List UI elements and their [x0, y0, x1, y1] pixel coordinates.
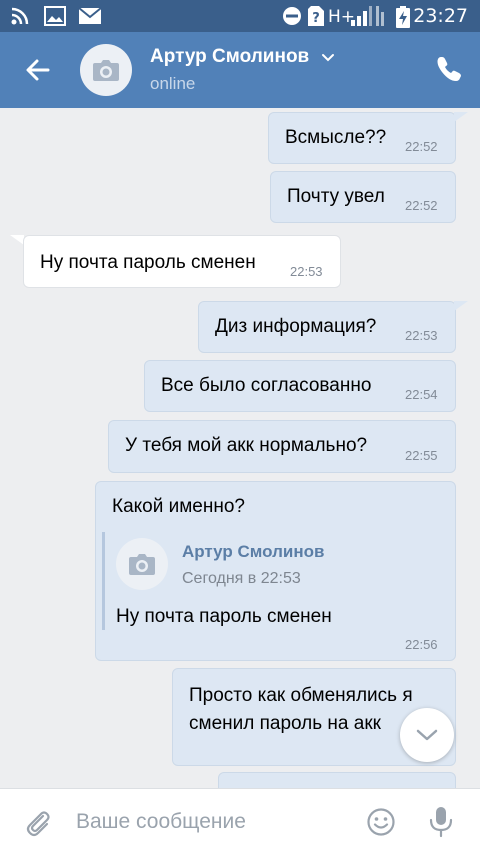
message-bubble-outgoing[interactable]: Почту увел 22:52 [270, 171, 456, 223]
wifi-icon [11, 7, 29, 25]
bubble-tail [454, 301, 468, 311]
message-text: Всмысле?? [285, 127, 387, 148]
message-bubble-outgoing[interactable]: Диз информация? 22:53 [198, 301, 456, 353]
status-bar: ? H+ 23:27 [0, 0, 480, 32]
message-time: 22:56 [405, 637, 438, 652]
back-button[interactable] [20, 52, 56, 88]
contact-status: online [150, 74, 196, 93]
quote-bar [102, 532, 105, 630]
svg-text:?: ? [312, 11, 320, 26]
phone-icon [437, 57, 461, 81]
message-text: У тебя мой акк нормально? [125, 435, 368, 456]
back-arrow-icon [26, 59, 50, 81]
message-text: Ну почта пароль сменен [40, 252, 256, 273]
call-button[interactable] [434, 54, 464, 84]
avatar[interactable] [80, 44, 132, 96]
mail-icon [78, 7, 102, 24]
signal-icon [351, 6, 372, 26]
message-time: 22:52 [405, 198, 438, 213]
scroll-to-bottom-button[interactable] [400, 708, 454, 762]
microphone-icon[interactable] [428, 805, 454, 839]
message-bubble-outgoing[interactable] [218, 772, 456, 788]
bubble-tail [10, 235, 24, 245]
message-text: Все было согласованно [161, 375, 372, 396]
camera-icon [93, 60, 119, 81]
message-time: 22:54 [405, 387, 438, 402]
no-sim-icon: ? [308, 6, 324, 26]
avatar[interactable] [116, 538, 168, 590]
contact-name[interactable]: Артур Смолинов [150, 46, 309, 68]
message-composer [0, 788, 480, 854]
message-bubble-outgoing[interactable]: Какой именно? Артур Смолинов Сегодня в 2… [95, 481, 456, 661]
message-text: Диз информация? [215, 316, 377, 337]
chevron-down-icon[interactable] [318, 48, 338, 68]
message-bubble-outgoing[interactable]: Все было согласованно 22:54 [144, 360, 456, 412]
forwarded-author[interactable]: Артур Смолинов [182, 542, 324, 562]
message-input[interactable] [76, 807, 346, 837]
image-icon [44, 6, 66, 26]
message-bubble-incoming[interactable]: Ну почта пароль сменен 22:53 [23, 235, 341, 288]
forwarded-date: Сегодня в 22:53 [182, 570, 301, 587]
bubble-tail [454, 112, 468, 122]
message-time: 22:55 [405, 448, 438, 463]
chat-header: Артур Смолинов online [0, 32, 480, 108]
chevron-down-icon [416, 729, 438, 741]
message-text: Почту увел [287, 186, 385, 207]
message-list[interactable]: Всмысле?? 22:52 Почту увел 22:52 Ну почт… [0, 108, 480, 788]
battery-charging-icon [396, 6, 410, 28]
message-bubble-outgoing[interactable]: У тебя мой акк нормально? 22:55 [108, 420, 456, 473]
signal-icon [376, 6, 384, 26]
status-time: 23:27 [413, 5, 468, 27]
message-text-line: Просто как обменялись я [189, 685, 413, 706]
message-text-line: сменил пароль на акк [189, 713, 381, 734]
forwarded-message[interactable]: Артур Смолинов Сегодня в 22:53 Ну почта … [96, 482, 457, 662]
emoji-icon[interactable] [366, 807, 396, 837]
camera-icon [129, 554, 155, 575]
message-time: 22:52 [405, 139, 438, 154]
message-time: 22:53 [290, 264, 323, 279]
message-time: 22:53 [405, 328, 438, 343]
forwarded-text: Ну почта пароль сменен [116, 606, 332, 627]
paperclip-icon[interactable] [22, 807, 54, 839]
do-not-disturb-icon [283, 7, 301, 25]
message-bubble-outgoing[interactable]: Всмысле?? 22:52 [268, 112, 456, 164]
